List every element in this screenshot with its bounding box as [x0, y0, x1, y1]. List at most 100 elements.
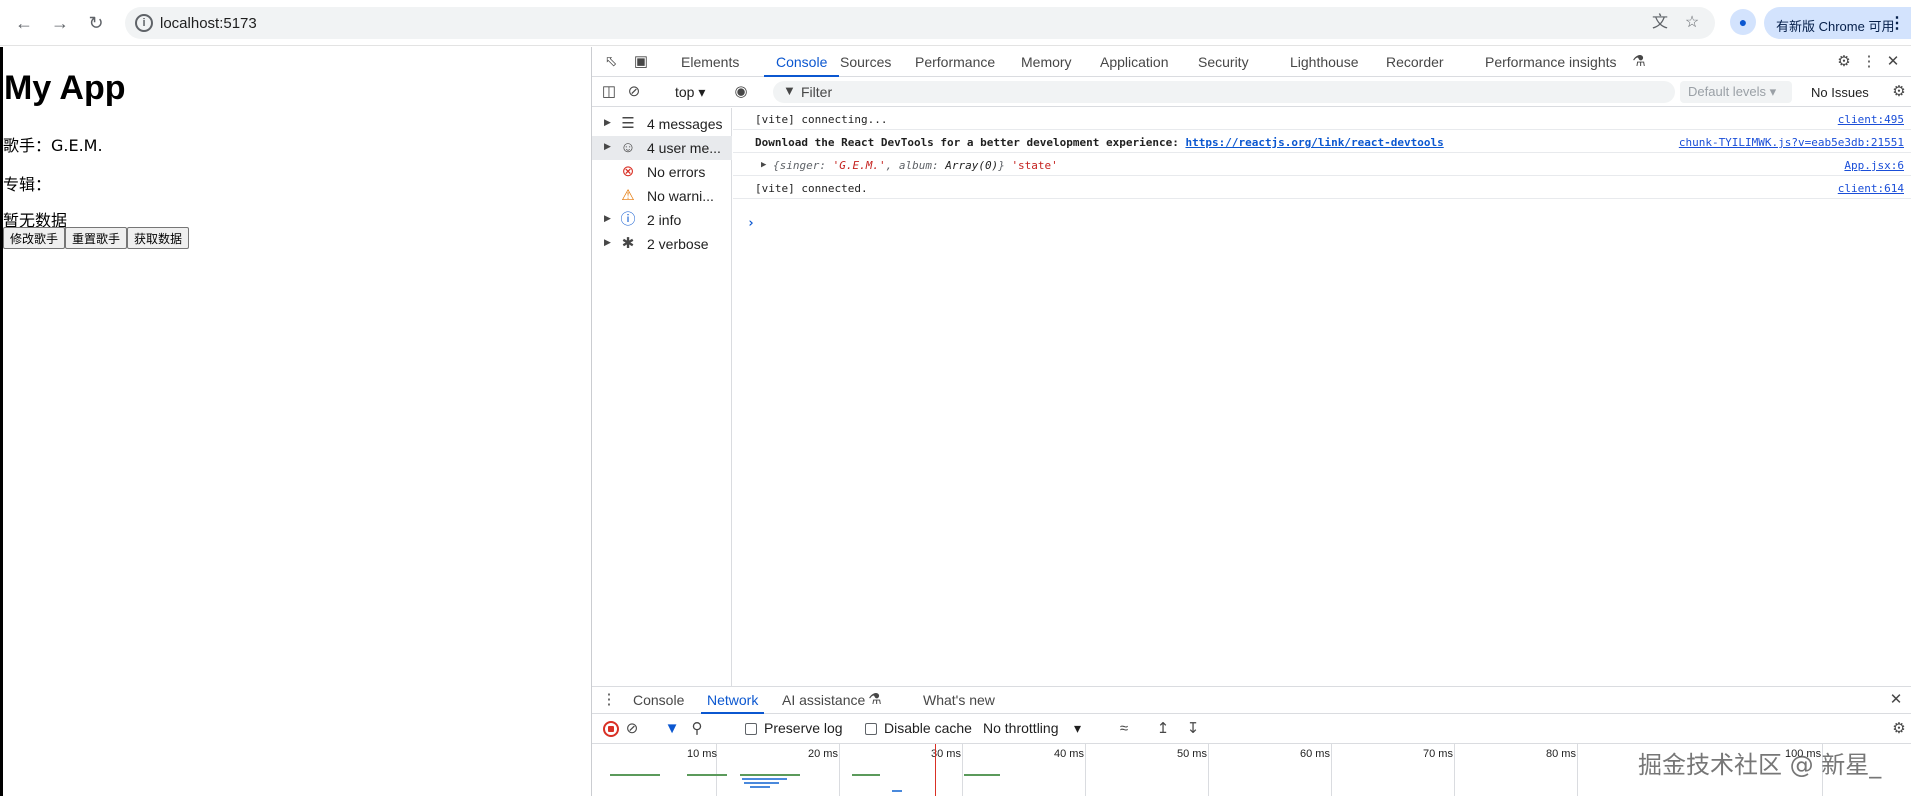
console-settings-gear-icon[interactable]: ⚙	[1890, 83, 1908, 101]
bug-icon: ✱	[621, 235, 635, 252]
sidebar-item-warnings[interactable]: ⚠ No warni...	[592, 184, 732, 208]
drawer-tab-ai-assistance[interactable]: AI assistance	[782, 687, 865, 714]
throttling-dropdown[interactable]: No throttling ▾	[983, 720, 1081, 737]
issues-counter[interactable]: No Issues	[1811, 85, 1869, 100]
sidebar-item-info[interactable]: ▶ ⓘ 2 info	[592, 208, 732, 232]
timeline-gridline: 70 ms	[1423, 744, 1455, 796]
reset-singer-button[interactable]: 重置歌手	[65, 227, 128, 249]
tab-lighthouse[interactable]: Lighthouse	[1290, 47, 1359, 77]
filter-placeholder: Filter	[801, 84, 833, 100]
drawer-menu-icon[interactable]: ⋮	[600, 691, 618, 709]
page-viewport: My App 歌手：G.E.M. 专辑： 暂无数据 修改歌手 重置歌手 获取数据	[0, 47, 591, 796]
tab-recorder[interactable]: Recorder	[1386, 47, 1444, 77]
tab-performance[interactable]: Performance	[915, 47, 995, 77]
live-expression-eye-icon[interactable]: ◉	[732, 83, 750, 101]
timeline-tick-label: 80 ms	[1546, 748, 1576, 760]
obj-singer: 'G.E.M.'	[832, 159, 886, 172]
sidebar-item-errors[interactable]: ⊗ No errors	[592, 160, 732, 184]
log-levels-dropdown[interactable]: Default levels ▾	[1680, 81, 1792, 103]
error-icon: ⊗	[621, 163, 635, 180]
log-message-text: Download the React DevTools for a better…	[755, 136, 1186, 149]
obj-mid: , album:	[885, 159, 946, 172]
tab-console[interactable]: Console	[764, 47, 840, 77]
timeline-request-bar	[964, 774, 1000, 776]
sidebar-item-verbose[interactable]: ▶ ✱ 2 verbose	[592, 232, 732, 256]
sidebar-toggle-icon[interactable]: ◫	[600, 83, 618, 101]
sidebar-item-messages[interactable]: ▶ ☰ 4 messages	[592, 112, 732, 136]
export-har-icon[interactable]: ↧	[1184, 720, 1202, 738]
obj-album: Array(0)	[945, 159, 999, 172]
profile-avatar-icon[interactable]: ●	[1730, 9, 1756, 35]
sidebar-item-label: 4 messages	[647, 116, 723, 132]
expand-triangle-icon[interactable]: ▶	[604, 237, 611, 248]
drawer-tab-whats-new[interactable]: What's new	[923, 687, 995, 714]
sidebar-item-label: 4 user me...	[647, 140, 721, 156]
search-icon[interactable]: ⚲	[688, 720, 706, 738]
levels-label: Default levels	[1688, 84, 1767, 99]
log-message: Download the React DevTools for a better…	[755, 136, 1444, 149]
clear-network-icon[interactable]: ⊘	[623, 720, 641, 738]
log-source-link[interactable]: App.jsx:6	[1844, 159, 1904, 172]
console-filter-input[interactable]: ▼ Filter	[773, 81, 1675, 103]
log-source-link[interactable]: client:495	[1838, 113, 1904, 126]
reload-icon[interactable]: ↻	[84, 11, 108, 35]
forward-arrow-icon[interactable]: →	[48, 11, 72, 35]
log-message: [vite] connected.	[755, 182, 868, 195]
tab-application[interactable]: Application	[1100, 47, 1169, 77]
tab-performance-insights[interactable]: Performance insights	[1485, 47, 1617, 77]
disable-cache-checkbox[interactable]	[865, 723, 877, 735]
context-selector[interactable]: top ▾	[675, 77, 705, 107]
network-toolbar: ⊘ ▼ ⚲ Preserve log Disable cache No thro…	[592, 714, 1911, 744]
back-arrow-icon[interactable]: ←	[12, 11, 36, 35]
sidebar-item-user-messages[interactable]: ▶ ☺ 4 user me...	[592, 136, 732, 160]
react-devtools-link[interactable]: https://reactjs.org/link/react-devtools	[1185, 136, 1443, 149]
log-source-link[interactable]: client:614	[1838, 182, 1904, 195]
preserve-log-checkbox[interactable]	[745, 723, 757, 735]
warning-icon: ⚠	[621, 187, 635, 204]
watermark: 掘金技术社区 @ 新星_	[1638, 751, 1882, 779]
site-info-icon[interactable]: i	[135, 14, 153, 32]
expand-triangle-icon[interactable]: ▶	[604, 213, 611, 224]
network-conditions-icon[interactable]: ≈	[1115, 720, 1133, 738]
filter-funnel-icon[interactable]: ▼	[663, 720, 681, 738]
more-options-icon[interactable]: ⋮	[1860, 53, 1878, 71]
change-singer-button[interactable]: 修改歌手	[3, 227, 66, 249]
clear-console-icon[interactable]: ⊘	[625, 83, 643, 101]
chrome-update-button[interactable]: 有新版 Chrome 可用 ⋮	[1764, 7, 1911, 39]
drawer-tab-console[interactable]: Console	[633, 687, 684, 714]
expand-object-triangle-icon[interactable]: ▶	[761, 160, 766, 170]
preserve-log-label: Preserve log	[764, 720, 843, 736]
url-text: localhost:5173	[160, 15, 257, 32]
import-har-icon[interactable]: ↥	[1154, 720, 1172, 738]
expand-triangle-icon[interactable]: ▶	[604, 141, 611, 152]
console-prompt-chevron-icon[interactable]: ›	[747, 216, 755, 231]
close-devtools-icon[interactable]: ✕	[1884, 53, 1902, 71]
disable-cache-label: Disable cache	[884, 720, 972, 736]
tab-sources[interactable]: Sources	[840, 47, 891, 77]
kebab-menu-icon[interactable]: ⋮	[1889, 13, 1905, 33]
record-stop-icon[interactable]	[603, 721, 619, 737]
address-bar[interactable]: i localhost:5173 文 ☆	[125, 7, 1715, 39]
timeline-tick-label: 70 ms	[1423, 748, 1453, 760]
fetch-data-button[interactable]: 获取数据	[127, 227, 190, 249]
log-object[interactable]: {singer: 'G.E.M.', album: Array(0)} 'sta…	[773, 159, 1058, 172]
settings-gear-icon[interactable]: ⚙	[1835, 53, 1853, 71]
log-row: ▶ {singer: 'G.E.M.', album: Array(0)} 's…	[733, 154, 1911, 176]
expand-triangle-icon[interactable]: ▶	[604, 117, 611, 128]
network-settings-gear-icon[interactable]: ⚙	[1890, 720, 1908, 738]
tab-memory[interactable]: Memory	[1021, 47, 1072, 77]
browser-toolbar: ← → ↻ i localhost:5173 文 ☆ ● 有新版 Chrome …	[0, 0, 1911, 46]
close-drawer-icon[interactable]: ✕	[1887, 691, 1905, 709]
sidebar-item-label: 2 verbose	[647, 236, 709, 252]
inspect-element-icon[interactable]: ⬁	[602, 53, 620, 71]
tab-elements[interactable]: Elements	[681, 47, 739, 77]
log-row: Download the React DevTools for a better…	[733, 131, 1911, 153]
sidebar-item-label: No warni...	[647, 188, 714, 204]
translate-icon[interactable]: 文	[1650, 13, 1670, 33]
star-icon[interactable]: ☆	[1682, 13, 1702, 33]
device-toolbar-icon[interactable]: ▣	[632, 53, 650, 71]
log-source-link[interactable]: chunk-TYILIMWK.js?v=eab5e3db:21551	[1679, 136, 1904, 149]
devtools-panel: ⬁ ▣ Elements Console Sources Performance…	[591, 47, 1911, 796]
drawer-tab-network[interactable]: Network	[701, 687, 765, 714]
tab-security[interactable]: Security	[1198, 47, 1249, 77]
